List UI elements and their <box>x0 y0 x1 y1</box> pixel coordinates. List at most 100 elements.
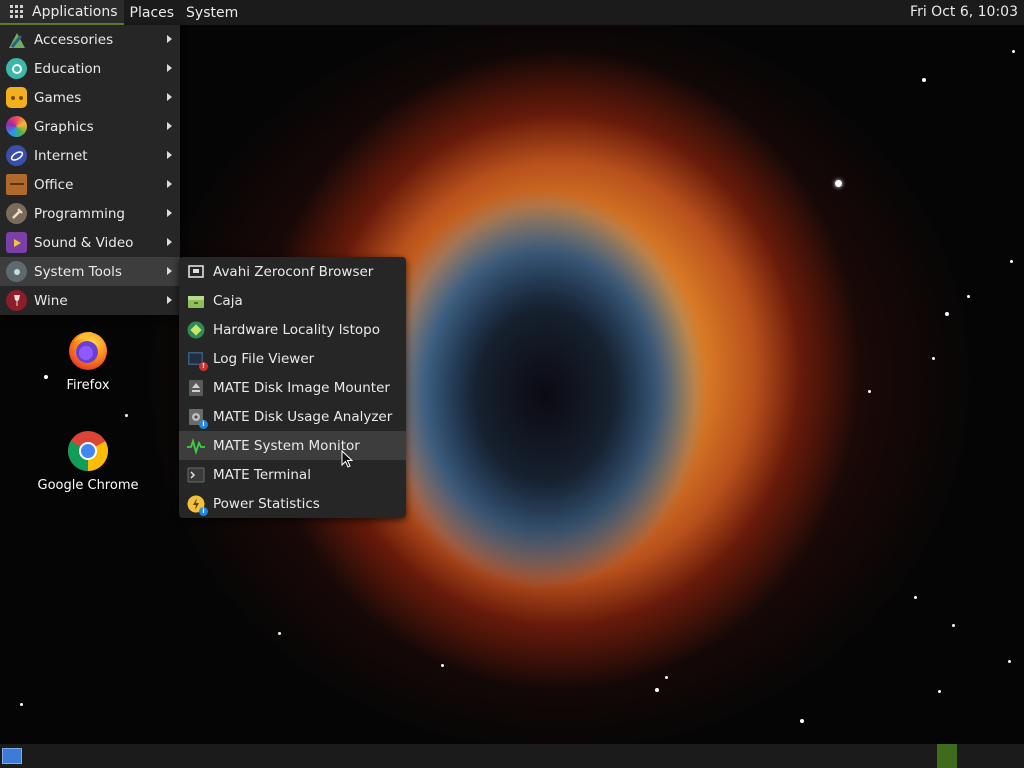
applications-label: Applications <box>32 3 118 20</box>
menu-item-office[interactable]: Office <box>0 170 180 199</box>
menu-item-label: System Tools <box>34 263 122 280</box>
star <box>441 664 444 667</box>
education-icon <box>6 58 27 79</box>
menu-item-system-tools[interactable]: System Tools <box>0 257 180 286</box>
accessories-icon <box>6 29 27 50</box>
terminal-icon <box>187 466 205 484</box>
info-badge-icon: i <box>199 419 208 429</box>
menu-item-education[interactable]: Education <box>0 54 180 83</box>
error-badge-icon: ! <box>199 361 208 371</box>
submenu-arrow-icon <box>167 64 172 72</box>
submenu-item-label: Hardware Locality lstopo <box>213 321 380 338</box>
hardware-locality-icon <box>187 321 205 339</box>
chrome-icon <box>68 431 108 471</box>
submenu-item-disk-mounter[interactable]: MATE Disk Image Mounter <box>179 373 406 402</box>
menu-item-internet[interactable]: Internet <box>0 141 180 170</box>
menu-item-wine[interactable]: Wine <box>0 286 180 315</box>
submenu-item-caja[interactable]: Caja <box>179 286 406 315</box>
menu-item-sound-video[interactable]: Sound & Video <box>0 228 180 257</box>
submenu-arrow-icon <box>167 151 172 159</box>
wine-icon <box>6 290 27 311</box>
app-grid-icon <box>10 5 23 18</box>
file-manager-icon <box>187 292 205 310</box>
menu-item-graphics[interactable]: Graphics <box>0 112 180 141</box>
menu-item-games[interactable]: Games <box>0 83 180 112</box>
menu-item-accessories[interactable]: Accessories <box>0 25 180 54</box>
menu-item-label: Games <box>34 89 82 106</box>
submenu-item-hwloc[interactable]: Hardware Locality lstopo <box>179 315 406 344</box>
star <box>914 596 917 599</box>
submenu-item-avahi[interactable]: Avahi Zeroconf Browser <box>179 257 406 286</box>
submenu-item-label: MATE System Monitor <box>213 437 360 454</box>
disk-usage-icon: i <box>187 408 208 429</box>
submenu-arrow-icon <box>167 296 172 304</box>
office-icon <box>6 174 27 195</box>
star <box>835 180 842 187</box>
star <box>125 414 128 417</box>
power-statistics-icon: i <box>187 495 208 516</box>
star <box>1010 260 1013 263</box>
system-monitor-icon <box>187 437 205 455</box>
menu-item-programming[interactable]: Programming <box>0 199 180 228</box>
submenu-arrow-icon <box>167 122 172 130</box>
submenu-item-system-monitor[interactable]: MATE System Monitor <box>179 431 406 460</box>
games-icon <box>6 87 27 108</box>
star <box>20 703 23 706</box>
places-menu[interactable]: Places <box>124 0 181 25</box>
submenu-item-disk-usage[interactable]: i MATE Disk Usage Analyzer <box>179 402 406 431</box>
show-desktop-button[interactable] <box>2 748 22 764</box>
applications-menu[interactable]: Applications <box>0 0 124 25</box>
sound-video-icon <box>6 232 27 253</box>
log-viewer-icon: ! <box>187 350 208 371</box>
submenu-arrow-icon <box>167 267 172 275</box>
network-browser-icon <box>187 263 205 281</box>
submenu-arrow-icon <box>167 238 172 246</box>
menu-item-label: Education <box>34 60 102 77</box>
submenu-item-label: MATE Disk Image Mounter <box>213 379 390 396</box>
submenu-item-label: MATE Disk Usage Analyzer <box>213 408 393 425</box>
menu-item-label: Internet <box>34 147 88 164</box>
menu-item-label: Graphics <box>34 118 94 135</box>
applications-dropdown: Accessories Education Games Graphics Int… <box>0 25 180 315</box>
desktop-icon-chrome[interactable]: Google Chrome <box>28 430 148 493</box>
submenu-item-label: Log File Viewer <box>213 350 315 367</box>
system-menu[interactable]: System <box>180 0 244 25</box>
submenu-item-power-statistics[interactable]: i Power Statistics <box>179 489 406 518</box>
top-panel: Applications Places System Fri Oct 6, 10… <box>0 0 1024 25</box>
internet-icon <box>6 145 27 166</box>
submenu-item-log-viewer[interactable]: ! Log File Viewer <box>179 344 406 373</box>
disk-mounter-icon <box>187 379 205 397</box>
workspace-switcher[interactable] <box>937 744 957 768</box>
desktop-icon-label: Google Chrome <box>37 478 139 493</box>
submenu-item-terminal[interactable]: MATE Terminal <box>179 460 406 489</box>
mouse-pointer-icon <box>341 450 353 468</box>
desktop-icon-firefox[interactable]: Firefox <box>28 328 148 393</box>
programming-icon <box>6 203 27 224</box>
star <box>278 632 281 635</box>
submenu-item-label: Power Statistics <box>213 495 320 512</box>
star <box>665 676 668 679</box>
star <box>952 624 955 627</box>
clock[interactable]: Fri Oct 6, 10:03 <box>910 0 1018 25</box>
star <box>945 312 949 316</box>
submenu-arrow-icon <box>167 180 172 188</box>
star <box>932 357 935 360</box>
menu-item-label: Programming <box>34 205 125 222</box>
submenu-arrow-icon <box>167 93 172 101</box>
firefox-icon <box>69 332 107 370</box>
desktop-icon-label: Firefox <box>66 378 110 393</box>
submenu-item-label: Caja <box>213 292 243 309</box>
star <box>922 78 926 82</box>
submenu-item-label: MATE Terminal <box>213 466 311 483</box>
system-tools-icon <box>6 261 27 282</box>
bottom-panel <box>0 744 1024 768</box>
submenu-arrow-icon <box>167 209 172 217</box>
star <box>1008 660 1011 663</box>
submenu-item-label: Avahi Zeroconf Browser <box>213 263 374 280</box>
system-tools-submenu: Avahi Zeroconf Browser Caja Hardware Loc… <box>179 257 406 518</box>
submenu-arrow-icon <box>167 35 172 43</box>
menu-item-label: Sound & Video <box>34 234 134 251</box>
star <box>967 295 970 298</box>
menu-item-label: Wine <box>34 292 68 309</box>
star <box>868 390 871 393</box>
